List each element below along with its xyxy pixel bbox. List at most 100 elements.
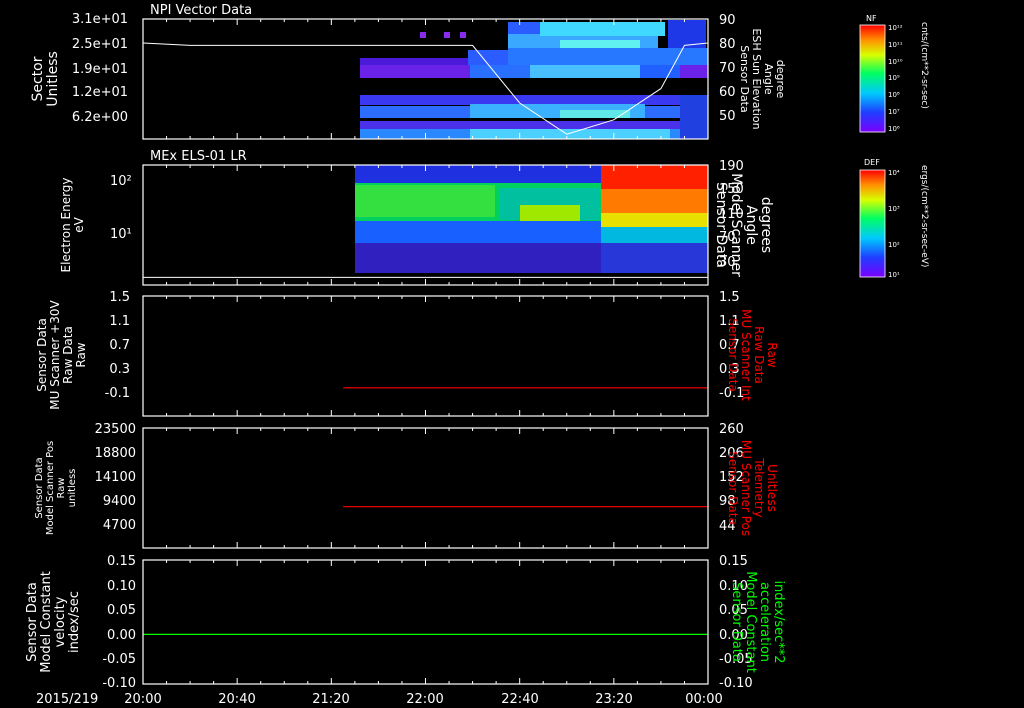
y-tick-label: 1.9e+01 bbox=[72, 62, 128, 77]
x-tick-label: 20:40 bbox=[218, 692, 255, 707]
y-tick-label: 2.5e+01 bbox=[72, 37, 128, 52]
y-label-line: Sensor Data bbox=[25, 582, 40, 662]
colorbar-nf: NF 10¹² 10¹¹ 10¹⁰ 10⁹ 10⁸ 10⁷ 10⁶ cnts/(… bbox=[859, 14, 929, 133]
y2-label-line: Sensor Data bbox=[726, 451, 740, 525]
y2-label-line: Model Scanner bbox=[728, 173, 744, 277]
y2-label-line: Sensor Data bbox=[729, 582, 744, 662]
els-band bbox=[520, 205, 580, 221]
y2-tick-label: 50 bbox=[719, 109, 736, 124]
y-label-line: Electron Energy bbox=[59, 177, 73, 272]
y2-label-line: index/sec**2 bbox=[771, 580, 786, 663]
panel-title: NPI Vector Data bbox=[150, 3, 252, 18]
y2-tick-label: 80 bbox=[719, 37, 736, 52]
npi-band bbox=[420, 32, 426, 38]
y-tick-label: -0.05 bbox=[102, 652, 136, 667]
els-band bbox=[355, 243, 601, 273]
y-label-line: velocity bbox=[53, 596, 68, 647]
els-band bbox=[601, 243, 708, 273]
npi-band bbox=[470, 129, 670, 139]
y2-label-line: MU Scanner Int bbox=[739, 309, 753, 401]
y-label-line: Sensor Data bbox=[35, 318, 49, 392]
axes-frame bbox=[142, 427, 709, 549]
panel-title: MEx ELS-01 LR bbox=[150, 149, 247, 164]
els-spectrogram bbox=[355, 165, 708, 273]
y-tick-label: 3.1e+01 bbox=[72, 12, 128, 27]
y2-axis-label: degrees Angle Model Scanner Sensor Data bbox=[713, 173, 774, 277]
y-tick-label: 0.15 bbox=[107, 554, 136, 569]
x-tick-label: 00:00 bbox=[685, 692, 722, 707]
y-axis-label: Sensor Data Model Scanner Pos Raw unitle… bbox=[34, 441, 78, 535]
axes-frame bbox=[142, 559, 709, 685]
x-tick-label: 22:00 bbox=[406, 692, 443, 707]
els-band bbox=[355, 185, 495, 217]
colorbar-gradient bbox=[859, 24, 886, 133]
npi-band bbox=[460, 32, 466, 38]
npi-band bbox=[540, 22, 665, 36]
npi-band bbox=[360, 121, 708, 129]
colorbar-tick: 10⁹ bbox=[888, 74, 900, 82]
y2-label-line: Unitless bbox=[765, 464, 779, 512]
y-label-line: Raw Data bbox=[61, 326, 75, 384]
y-tick-label: 18800 bbox=[95, 446, 136, 461]
y-label-line: Sector bbox=[30, 56, 46, 101]
y2-axis-label: Unitless Telemetry MU Scanner Pos Sensor… bbox=[726, 440, 779, 536]
y2-axis-label: index/sec**2 acceleration Model Constant… bbox=[729, 571, 786, 673]
y-label-line: Model Scanner Pos bbox=[45, 441, 56, 535]
y-label-line: index/sec bbox=[67, 591, 82, 653]
y-label-line: Raw bbox=[74, 342, 88, 367]
panel-model-constant: 0.15 0.10 0.05 0.00 -0.05 -0.10 0.15 0.1… bbox=[25, 554, 786, 691]
npi-band bbox=[640, 65, 680, 78]
colorbar-tick: 10⁷ bbox=[888, 108, 900, 116]
y-label-line: unitless bbox=[67, 469, 78, 508]
colorbar-title: NF bbox=[866, 14, 877, 23]
panel-els: MEx ELS-01 LR 10² 10¹ 190 150 110 70 30 … bbox=[59, 149, 929, 286]
y-tick-label: 1.1 bbox=[109, 314, 130, 329]
npi-band bbox=[530, 65, 640, 78]
y2-axis-label: degree Angle ESH Sun Elevation Sensor Da… bbox=[738, 28, 787, 129]
y2-label-line: Model Constant bbox=[743, 571, 758, 673]
colorbar-tick: 10³ bbox=[888, 205, 900, 213]
y-tick-label: 0.10 bbox=[107, 579, 136, 594]
npi-band bbox=[470, 65, 530, 78]
els-band bbox=[601, 189, 708, 213]
y-label-line: Model Constant bbox=[39, 571, 54, 673]
colorbar-def: DEF 10⁴ 10³ 10² 10¹ ergs/(cm**2-sr-sec-e… bbox=[859, 158, 929, 279]
axes-frame bbox=[142, 295, 709, 417]
y-tick-label: 1.5 bbox=[109, 290, 130, 305]
npi-band bbox=[360, 95, 708, 105]
colorbar-tick: 10⁸ bbox=[888, 91, 900, 99]
y2-label-line: Sensor Data bbox=[738, 45, 751, 112]
y-tick-label: 0.7 bbox=[109, 338, 130, 353]
x-tick-label: 22:40 bbox=[501, 692, 538, 707]
colorbar-tick: 10⁴ bbox=[888, 169, 900, 177]
y2-label-line: Angle bbox=[743, 205, 759, 245]
y-label-line: eV bbox=[72, 216, 86, 232]
y-tick-label: 9400 bbox=[103, 494, 136, 509]
y-tick-label: 0.00 bbox=[107, 628, 136, 643]
npi-band bbox=[680, 95, 708, 139]
y-tick-label: 0.3 bbox=[109, 362, 130, 377]
y-tick-label: -0.10 bbox=[102, 676, 136, 691]
y2-tick-label: 190 bbox=[719, 159, 744, 174]
colorbar-tick: 10¹⁰ bbox=[888, 58, 903, 66]
y-label-line: MU Scanner +30V bbox=[48, 300, 62, 410]
els-band bbox=[355, 221, 601, 243]
y2-tick-label: 260 bbox=[719, 422, 744, 437]
y2-tick-label: 60 bbox=[719, 85, 736, 100]
x-axis: 2015/219 20:00 20:40 21:20 22:00 22:40 2… bbox=[36, 692, 723, 707]
colorbar-tick: 10¹ bbox=[888, 271, 900, 279]
colorbar-unit: cnts/(cm**2-sr-sec) bbox=[919, 22, 929, 109]
x-tick-label: 20:00 bbox=[124, 692, 161, 707]
y-tick-label: 10¹ bbox=[110, 227, 132, 242]
y2-label-line: Sensor Data bbox=[713, 182, 729, 268]
els-band bbox=[601, 227, 708, 243]
y-tick-label: 0.05 bbox=[107, 603, 136, 618]
y2-tick-label: 0.15 bbox=[719, 554, 748, 569]
y-ticks-left: 0.15 0.10 0.05 0.00 -0.05 -0.10 bbox=[102, 554, 136, 691]
colorbar-tick: 10⁶ bbox=[888, 125, 900, 133]
panel-scanner-pos: 23500 18800 14100 9400 4700 260 206 152 … bbox=[34, 422, 779, 549]
y-label-line: Sensor Data bbox=[34, 457, 45, 518]
y2-axis-label: Raw Raw Data MU Scanner Int Sensor Data bbox=[726, 309, 779, 401]
y-ticks-left: 23500 18800 14100 9400 4700 bbox=[95, 422, 136, 533]
y2-tick-label: 90 bbox=[719, 13, 736, 28]
